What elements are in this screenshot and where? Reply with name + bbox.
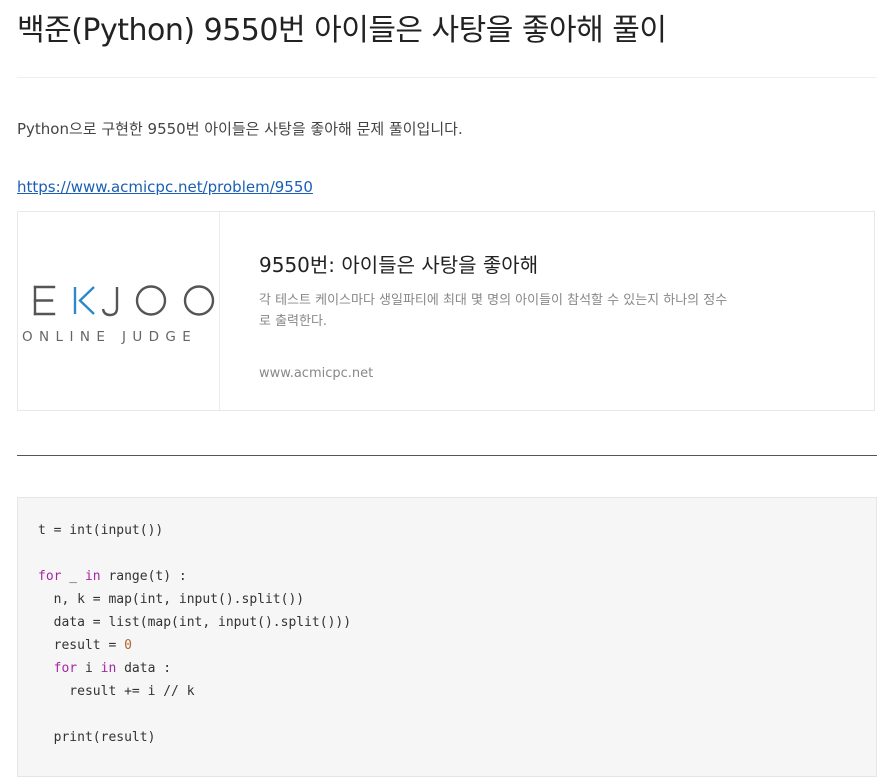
preview-thumbnail: ONLINE JUDGE [18,212,220,410]
code-line: for _ in range(t) : [38,569,187,584]
intro-text: Python으로 구현한 9550번 아이들은 사탕을 좋아해 문제 풀이입니다… [17,120,463,138]
code-line: for i in data : [53,661,172,676]
preview-title: 9550번: 아이들은 사탕을 좋아해 [259,253,539,277]
title-divider [17,77,877,78]
preview-body: 9550번: 아이들은 사탕을 좋아해 각 테스트 케이스마다 생일파티에 최대… [259,250,729,332]
code-block: t = int(input()) for _ in range(t) : n, k… [17,497,877,777]
code-line: result = 0 [38,638,132,653]
boj-logo-icon: ONLINE JUDGE [22,285,215,345]
preview-host: www.acmicpc.net [259,366,374,381]
code-line: t = int(input()) [38,523,164,538]
code-line: n, k = map(int, input().split()) [38,592,305,607]
section-divider [17,455,877,456]
link-preview-card[interactable]: ONLINE JUDGE 9550번: 아이들은 사탕을 좋아해 각 테스트 케… [17,211,875,411]
boj-logo-subtitle: ONLINE JUDGE [22,329,197,345]
problem-link[interactable]: https://www.acmicpc.net/problem/9550 [17,176,313,198]
code-line: result += i // k [38,684,195,699]
code-line: data = list(map(int, input().split())) [38,615,352,630]
page-title: 백준(Python) 9550번 아이들은 사탕을 좋아해 풀이 [17,13,667,48]
code-line: print(result) [38,730,156,745]
preview-description: 각 테스트 케이스마다 생일파티에 최대 몇 명의 아이들이 참석할 수 있는지… [259,293,728,329]
code-content: t = int(input()) for _ in range(t) : n, k… [38,519,351,749]
